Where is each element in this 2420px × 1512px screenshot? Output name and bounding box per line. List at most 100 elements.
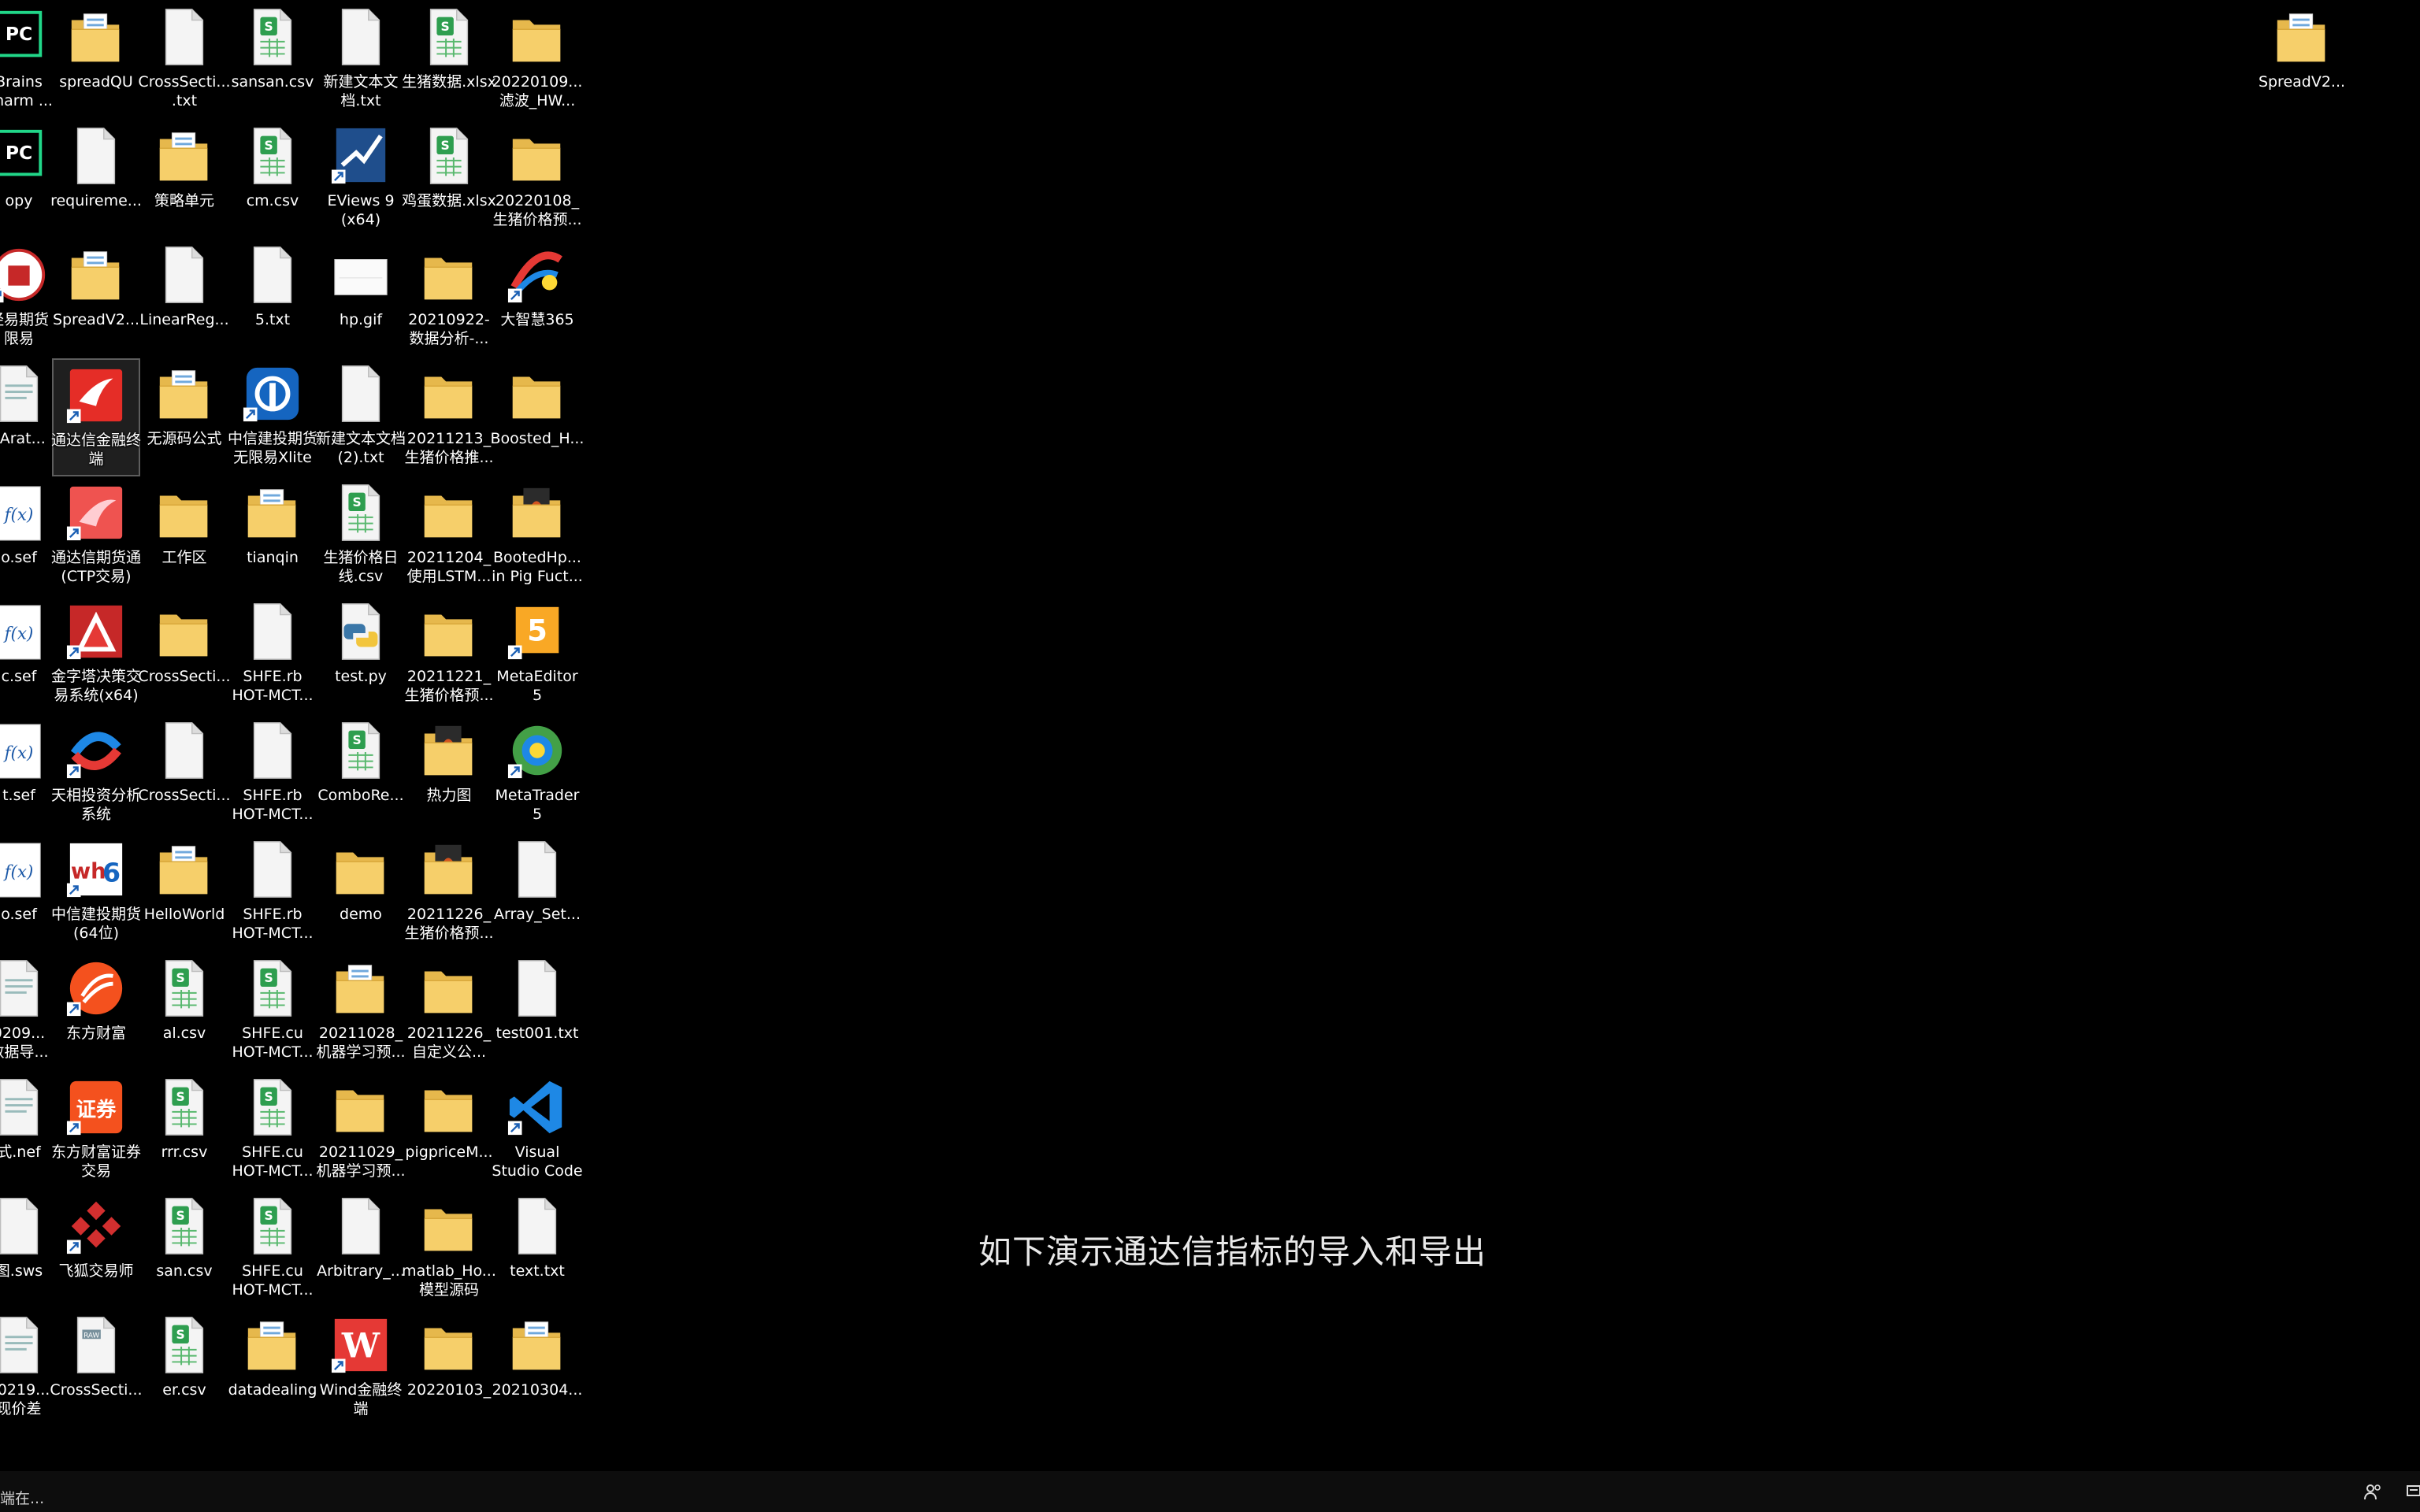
desktop-icon[interactable]: 20220109... 滤波_HW... — [492, 2, 582, 120]
desktop-icon[interactable]: hp.gif — [317, 239, 405, 358]
desktop-icon[interactable]: Boosted_H... — [491, 358, 584, 476]
desktop-icon[interactable]: spreadQU — [52, 2, 140, 120]
folder-doc-icon — [154, 839, 215, 900]
desktop-icon[interactable]: 热力图 — [405, 715, 493, 833]
svg-text:PC: PC — [6, 23, 32, 45]
fh-icon — [65, 1195, 127, 1257]
svg-text:6: 6 — [102, 858, 121, 888]
desktop-icon[interactable]: 5 MetaEditor 5 — [493, 596, 581, 714]
desktop-icon[interactable]: 20211028_ 机器学习预... — [316, 953, 406, 1071]
desktop-icon[interactable]: S 生猪数据.xlsx — [402, 2, 496, 120]
desktop-icon[interactable]: MetaTrader 5 — [493, 715, 581, 833]
file-icon — [507, 839, 568, 900]
desktop-icon[interactable]: 大智慧365 — [493, 239, 581, 358]
tdx2-icon — [65, 482, 127, 543]
taskbar-item-label[interactable]: 端在... — [0, 1487, 44, 1508]
desktop-icon[interactable]: Sal.csv — [140, 953, 228, 1071]
desktop-icon[interactable]: 20211221_ 生猪价格预... — [404, 596, 494, 714]
desktop-icon-label: Boosted_H... — [490, 430, 585, 447]
desktop-icon[interactable]: Ssansan.csv — [228, 2, 317, 120]
desktop-icon[interactable]: SHFE.rb HOT-MCT... — [228, 715, 317, 833]
desktop-icon[interactable]: 飞狐交易师 — [52, 1191, 140, 1309]
desktop-icon[interactable]: 东方财富 — [52, 953, 140, 1071]
desktop-icon[interactable]: S ComboRe... — [317, 715, 405, 833]
desktop-icon[interactable]: 20210304... — [492, 1310, 582, 1428]
dfcf-icon — [65, 958, 127, 1019]
file-icon — [330, 6, 392, 68]
desktop-icon[interactable]: 20211204_ 使用LSTM... — [405, 477, 493, 595]
desktop-icon[interactable]: text.txt — [493, 1191, 581, 1309]
desktop-icon[interactable]: 无源码公式 — [140, 358, 228, 476]
desktop-icon[interactable]: HelloWorld — [140, 834, 228, 952]
desktop-icon[interactable]: 金字塔决策交 易系统(x64) — [51, 596, 141, 714]
people-icon[interactable] — [2363, 1482, 2382, 1501]
desktop-icon[interactable]: 策略单元 — [140, 120, 228, 239]
desktop-icon[interactable]: BootedHp... in Pig Fuct... — [492, 477, 583, 595]
desktop-icon[interactable]: test.py — [317, 596, 405, 714]
mt5e-icon: 5 — [507, 601, 568, 662]
desktop-icon[interactable]: S SHFE.cu HOT-MCT... — [228, 953, 317, 1071]
desktop-icon[interactable]: SpreadV2... — [52, 239, 140, 358]
desktop-icon[interactable]: test001.txt — [493, 953, 581, 1071]
desktop-icon[interactable]: 证券 东方财富证券 交易 — [51, 1072, 141, 1190]
desktop-icon[interactable]: wh 6 中信建投期货 (64位) — [51, 834, 141, 952]
vscode-icon — [507, 1077, 568, 1138]
desktop-icon[interactable]: demo — [317, 834, 405, 952]
svg-text:S: S — [441, 20, 450, 34]
svg-text:S: S — [176, 1328, 185, 1342]
desktop-icon[interactable]: CrossSecti... — [138, 596, 231, 714]
desktop-icon[interactable]: 通达信金融终 端 — [51, 358, 141, 476]
folder-icon — [418, 601, 480, 662]
desktop-icon[interactable]: 20211226_ 生猪价格预... — [404, 834, 494, 952]
desktop-icon[interactable]: 新建文本文 档.txt — [317, 2, 405, 120]
eviews-icon — [330, 125, 392, 187]
desktop-icon[interactable]: 20210922- 数据分析-... — [405, 239, 493, 358]
desktop-icon[interactable]: LinearReg... — [139, 239, 229, 358]
desktop-icon[interactable]: 20220103_ — [405, 1310, 493, 1428]
desktop-icon[interactable]: 天相投资分析 系统 — [51, 715, 141, 833]
desktop-icon[interactable]: datadealing — [228, 1310, 317, 1428]
desktop-icon[interactable]: 20220108_ 生猪价格预... — [492, 120, 582, 239]
desktop-icon-label: text.txt — [510, 1262, 565, 1280]
fx-icon: f(x) — [0, 720, 50, 781]
desktop-icon[interactable]: Ser.csv — [140, 1310, 228, 1428]
desktop-icon[interactable]: matlab_Ho... 模型源码 — [402, 1191, 496, 1309]
desktop-icon[interactable]: Arbitrary_... — [317, 1191, 405, 1309]
folder-icon — [418, 1195, 480, 1257]
desktop-icon[interactable]: CrossSecti... — [138, 715, 231, 833]
desktop-icon[interactable]: Srrr.csv — [140, 1072, 228, 1190]
desktop-icon[interactable]: 20211213_ 生猪价格推... — [404, 358, 494, 476]
desktop-icon[interactable]: tianqin — [228, 477, 317, 595]
folder-doc-icon — [2271, 6, 2333, 68]
desktop-icon[interactable]: requireme... — [50, 120, 142, 239]
notification-icon[interactable] — [2406, 1484, 2420, 1499]
desktop-icon[interactable]: EViews 9 (x64) — [317, 120, 405, 239]
desktop-icon[interactable]: 5.txt — [228, 239, 317, 358]
desktop-icon[interactable]: 新建文本文档 (2).txt — [316, 358, 406, 476]
folder-doc-icon — [154, 125, 215, 187]
jb-icon: PC — [0, 6, 50, 68]
desktop-icon[interactable]: W Wind金融终 端 — [317, 1310, 405, 1428]
desktop-icon[interactable]: SHFE.rb HOT-MCT... — [228, 596, 317, 714]
desktop-icon[interactable]: S SHFE.cu HOT-MCT... — [228, 1191, 317, 1309]
desktop-icon[interactable]: S SHFE.cu HOT-MCT... — [228, 1072, 317, 1190]
desktop-icon[interactable]: 中信建投期货 无限易Xlite — [228, 358, 317, 476]
desktop-icon[interactable]: SpreadV2... — [2258, 2, 2346, 120]
csv-icon: S — [154, 1195, 215, 1257]
desktop-icon[interactable]: RAW CrossSecti... — [50, 1310, 143, 1428]
desktop-icon[interactable]: 工作区 — [140, 477, 228, 595]
desktop-icon[interactable]: Scm.csv — [228, 120, 317, 239]
desktop-icon[interactable]: Visual Studio Code — [492, 1072, 583, 1190]
desktop-icon-label: Visual Studio Code — [492, 1143, 583, 1180]
desktop-icon[interactable]: SHFE.rb HOT-MCT... — [228, 834, 317, 952]
desktop-icon[interactable]: Ssan.csv — [140, 1191, 228, 1309]
folder-doc-icon — [65, 6, 127, 68]
desktop-icon[interactable]: Array_Set... — [493, 834, 581, 952]
desktop-icon[interactable]: 20211029_ 机器学习预... — [316, 1072, 406, 1190]
desktop-icon[interactable]: S 鸡蛋数据.xlsx — [402, 120, 496, 239]
desktop-icon[interactable]: S 生猪价格日 线.csv — [317, 477, 405, 595]
desktop-icon[interactable]: 通达信期货通 (CTP交易) — [51, 477, 141, 595]
desktop-icon[interactable]: 20211226_ 自定义公... — [405, 953, 493, 1071]
desktop-icon[interactable]: pigpriceM... — [405, 1072, 493, 1190]
desktop-icon[interactable]: CrossSecti... .txt — [138, 2, 231, 120]
